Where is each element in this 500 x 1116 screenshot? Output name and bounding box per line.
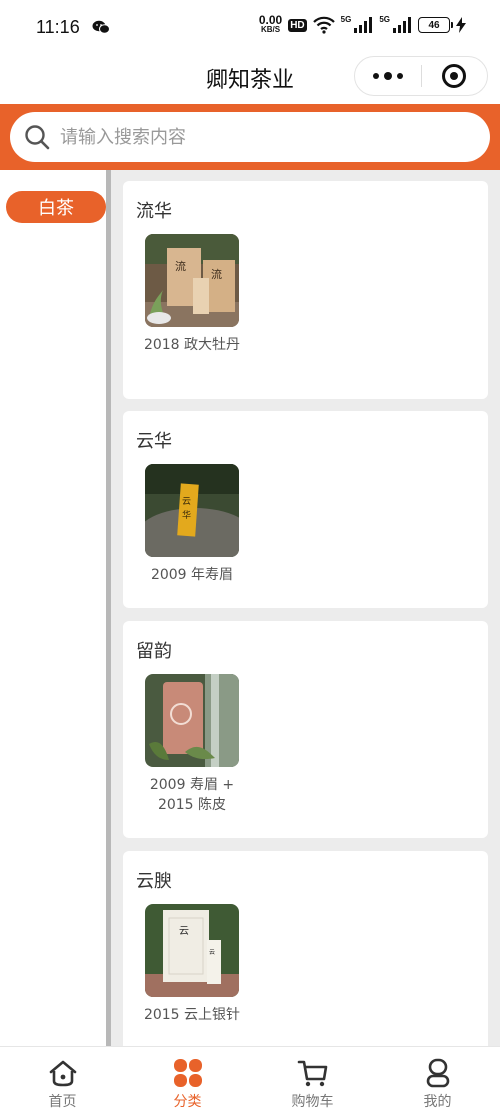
category-card-yunhua: 云华 云 华 2009 年寿眉 <box>123 411 488 608</box>
mini-program-capsule <box>354 56 488 96</box>
svg-text:流: 流 <box>175 259 186 273</box>
signal-icon <box>393 17 411 33</box>
charging-icon <box>456 17 466 33</box>
signal-label-2: 5G <box>379 14 390 24</box>
profile-icon <box>426 1058 449 1088</box>
signal-icon <box>354 17 373 33</box>
tab-category[interactable]: 分类 <box>125 1047 250 1116</box>
net-speed-unit: KB/S <box>260 25 281 34</box>
svg-text:流: 流 <box>211 267 222 281</box>
tab-label: 购物车 <box>291 1094 334 1110</box>
net-speed: 0.00 KB/S <box>258 13 283 34</box>
svg-text:云: 云 <box>182 497 191 507</box>
product-image[interactable]: 云 云 <box>145 904 239 997</box>
tab-home[interactable]: 首页 <box>0 1047 125 1116</box>
more-dots-icon <box>372 72 403 80</box>
category-title: 流华 <box>136 201 172 222</box>
tab-bar: 首页 分类 购物车 我的 <box>0 1046 500 1116</box>
tab-label: 分类 <box>173 1094 202 1110</box>
hd-badge: HD <box>288 18 307 32</box>
status-indicators: 0.00 KB/S HD 5G 5G 46 <box>258 13 466 34</box>
cart-icon <box>297 1060 327 1087</box>
product-image[interactable] <box>145 674 239 767</box>
battery-level: 46 <box>428 19 440 31</box>
product-item[interactable]: 流 流 2018 政大牡丹 <box>143 234 241 355</box>
target-icon <box>442 64 467 88</box>
product-item[interactable]: 2009 寿眉 + 2015 陈皮 <box>145 674 239 815</box>
search-input[interactable] <box>60 126 440 148</box>
status-bar: 11:16 0.00 KB/S HD 5G 5G 46 <box>0 0 500 56</box>
category-icon <box>173 1059 202 1087</box>
category-card-yunyu: 云腴 云 云 2015 云上银针 <box>123 851 488 1046</box>
close-button[interactable] <box>422 57 488 95</box>
svg-text:云: 云 <box>209 949 215 956</box>
net-speed-value: 0.00 <box>258 13 283 27</box>
category-title: 留韵 <box>136 641 172 662</box>
nav-bar: 卿知茶业 <box>0 56 500 104</box>
wifi-icon <box>312 16 335 34</box>
product-name: 2009 年寿眉 <box>150 567 234 583</box>
search-box[interactable] <box>10 112 490 162</box>
status-time: 11:16 <box>36 17 80 37</box>
category-title: 云腴 <box>136 871 172 892</box>
search-bar <box>0 104 500 170</box>
home-icon <box>49 1060 76 1087</box>
product-name: 2018 政大牡丹 <box>143 337 241 353</box>
product-item[interactable]: 云 华 2009 年寿眉 <box>145 464 239 585</box>
more-button[interactable] <box>355 57 421 95</box>
category-sidebar: 白茶 <box>0 170 106 1046</box>
product-list: 流华 流 流 2018 政大牡丹 云华 云 华 2009 年寿眉 留韵 2009… <box>111 170 500 1046</box>
product-image[interactable]: 云 华 <box>145 464 239 557</box>
search-icon <box>25 125 50 150</box>
sidebar-item-white-tea[interactable]: 白茶 <box>6 191 106 223</box>
signal-label-1: 5G <box>340 14 352 24</box>
tab-label: 我的 <box>423 1094 452 1110</box>
product-image[interactable]: 流 流 <box>145 234 239 327</box>
wechat-icon <box>92 20 110 34</box>
svg-text:云: 云 <box>179 926 189 937</box>
product-name: 2009 寿眉 + 2015 陈皮 <box>149 777 235 813</box>
product-name: 2015 云上银针 <box>143 1007 241 1023</box>
category-card-liuyun: 留韵 2009 寿眉 + 2015 陈皮 <box>123 621 488 838</box>
tab-profile[interactable]: 我的 <box>375 1047 500 1116</box>
tab-label: 首页 <box>48 1094 77 1110</box>
category-title: 云华 <box>136 431 172 452</box>
product-item[interactable]: 云 云 2015 云上银针 <box>143 904 241 1025</box>
category-card-liuhua: 流华 流 流 2018 政大牡丹 <box>123 181 488 399</box>
tab-cart[interactable]: 购物车 <box>250 1047 375 1116</box>
battery-icon: 46 <box>418 17 453 33</box>
svg-text:华: 华 <box>182 509 191 521</box>
